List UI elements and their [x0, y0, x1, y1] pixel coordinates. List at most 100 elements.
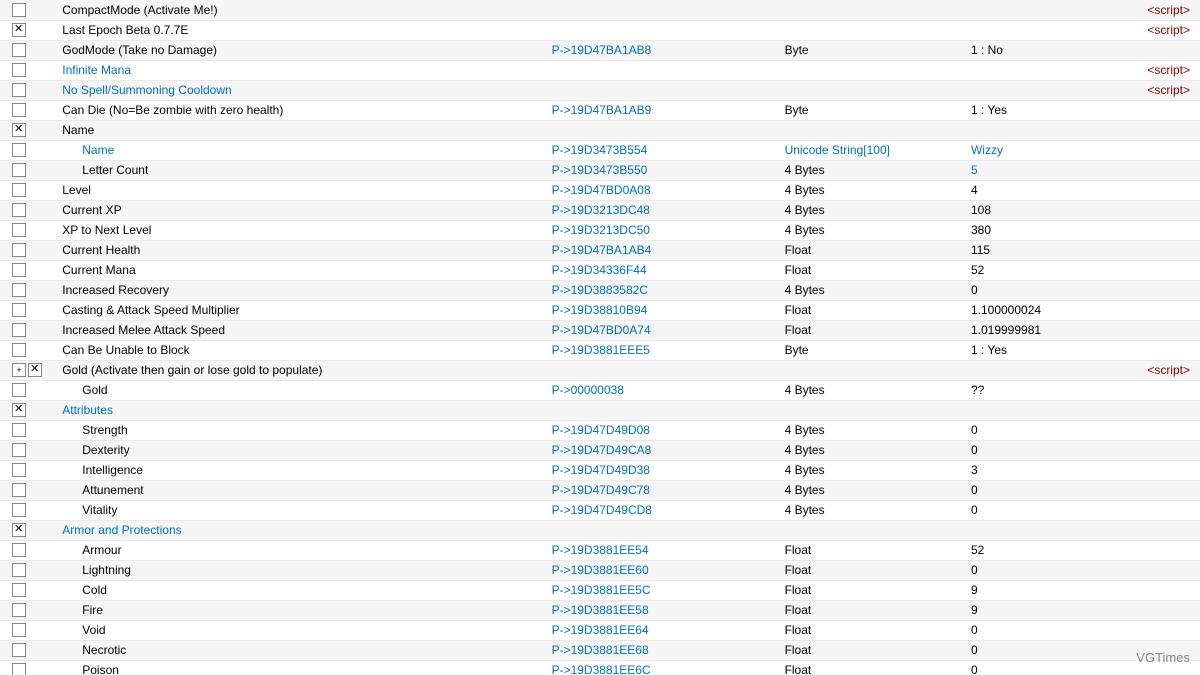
address-cell: P->19D47BA1AB8 [548, 40, 781, 60]
type-cell [781, 60, 967, 80]
table-row: Can Be Unable to BlockP->19D3881EEE5Byte… [0, 340, 1200, 360]
checkbox[interactable] [12, 323, 26, 337]
table-row: +Gold (Activate then gain or lose gold t… [0, 360, 1200, 380]
checkbox[interactable] [12, 303, 26, 317]
value-cell: 108 [967, 200, 1200, 220]
checkbox[interactable] [12, 463, 26, 477]
checkbox[interactable] [12, 183, 26, 197]
check-cell [0, 320, 58, 340]
address-cell [548, 80, 781, 100]
entry-name: Vitality [58, 500, 547, 520]
checkbox[interactable] [12, 243, 26, 257]
type-cell: Float [781, 320, 967, 340]
check-cell [0, 80, 58, 100]
table-row: Infinite Mana <script> [0, 60, 1200, 80]
type-cell: 4 Bytes [781, 180, 967, 200]
value-cell: 52 [967, 540, 1200, 560]
checkbox[interactable] [12, 643, 26, 657]
check-cell [0, 420, 58, 440]
table-row: FireP->19D3881EE58Float9 [0, 600, 1200, 620]
value-cell: <script> [967, 60, 1200, 80]
checkbox[interactable] [12, 263, 26, 277]
value-cell: 1 : No [967, 40, 1200, 60]
table-row: Current HealthP->19D47BA1AB4Float115 [0, 240, 1200, 260]
type-cell: Float [781, 580, 967, 600]
type-cell [781, 0, 967, 20]
value-cell: 1 : Yes [967, 340, 1200, 360]
checkbox[interactable] [12, 423, 26, 437]
table-row: DexterityP->19D47D49CA84 Bytes0 [0, 440, 1200, 460]
checkbox[interactable] [12, 23, 26, 37]
checkbox[interactable] [12, 583, 26, 597]
entry-name: Necrotic [58, 640, 547, 660]
checkbox[interactable] [12, 203, 26, 217]
address-cell: P->19D47BD0A08 [548, 180, 781, 200]
checkbox[interactable] [12, 123, 26, 137]
check-cell [0, 240, 58, 260]
type-cell: Unicode String[100] [781, 140, 967, 160]
expand-icon[interactable]: + [12, 363, 26, 377]
checkbox[interactable] [12, 103, 26, 117]
check-cell [0, 460, 58, 480]
table-row: GodMode (Take no Damage)P->19D47BA1AB8By… [0, 40, 1200, 60]
checkbox[interactable] [12, 403, 26, 417]
checkbox[interactable] [12, 343, 26, 357]
value-cell: 52 [967, 260, 1200, 280]
table-row: Current ManaP->19D34336F44Float52 [0, 260, 1200, 280]
checkbox[interactable] [12, 43, 26, 57]
checkbox[interactable] [12, 83, 26, 97]
address-cell: P->19D3473B554 [548, 140, 781, 160]
type-cell [781, 520, 967, 540]
table-row: Increased RecoveryP->19D3883582C4 Bytes0 [0, 280, 1200, 300]
entry-name: Dexterity [58, 440, 547, 460]
type-cell: Byte [781, 40, 967, 60]
checkbox[interactable] [12, 383, 26, 397]
check-cell [0, 40, 58, 60]
type-cell: 4 Bytes [781, 220, 967, 240]
checkbox[interactable] [12, 563, 26, 577]
checkbox[interactable] [12, 503, 26, 517]
checkbox[interactable] [12, 63, 26, 77]
checkbox[interactable] [12, 283, 26, 297]
address-cell: P->19D47BD0A74 [548, 320, 781, 340]
value-cell: <script> [967, 80, 1200, 100]
address-cell: P->19D47D49CD8 [548, 500, 781, 520]
address-cell [548, 120, 781, 140]
check-cell [0, 260, 58, 280]
check-cell [0, 480, 58, 500]
entry-name: XP to Next Level [58, 220, 547, 240]
type-cell: Byte [781, 340, 967, 360]
entry-name: Can Be Unable to Block [58, 340, 547, 360]
checkbox[interactable] [12, 443, 26, 457]
entry-name: Gold [58, 380, 547, 400]
checkbox[interactable] [12, 3, 26, 17]
checkbox[interactable] [12, 603, 26, 617]
cheat-table: CompactMode (Activate Me!)<script>Last E… [0, 0, 1200, 675]
checkbox[interactable] [12, 143, 26, 157]
value-cell: 3 [967, 460, 1200, 480]
value-cell: 0 [967, 280, 1200, 300]
check-cell [0, 560, 58, 580]
checkbox[interactable] [12, 523, 26, 537]
checkbox[interactable] [12, 623, 26, 637]
table-row: AttunementP->19D47D49C784 Bytes0 [0, 480, 1200, 500]
entry-name: Cold [58, 580, 547, 600]
address-cell: P->19D34336F44 [548, 260, 781, 280]
table-row: VitalityP->19D47D49CD84 Bytes0 [0, 500, 1200, 520]
checkbox[interactable] [12, 483, 26, 497]
checkbox[interactable] [28, 363, 42, 377]
check-cell [0, 60, 58, 80]
checkbox[interactable] [12, 163, 26, 177]
address-cell: P->19D3881EE6C [548, 660, 781, 675]
table-row: NameP->19D3473B554Unicode String[100]Wiz… [0, 140, 1200, 160]
checkbox[interactable] [12, 223, 26, 237]
type-cell: Float [781, 640, 967, 660]
checkbox[interactable] [12, 543, 26, 557]
table-row: Casting & Attack Speed MultiplierP->19D3… [0, 300, 1200, 320]
check-cell [0, 120, 58, 140]
checkbox[interactable] [12, 663, 26, 675]
table-row: Armor and Protections [0, 520, 1200, 540]
address-cell: P->19D3881EE58 [548, 600, 781, 620]
entry-name: Infinite Mana [58, 60, 547, 80]
table-row: IntelligenceP->19D47D49D384 Bytes3 [0, 460, 1200, 480]
